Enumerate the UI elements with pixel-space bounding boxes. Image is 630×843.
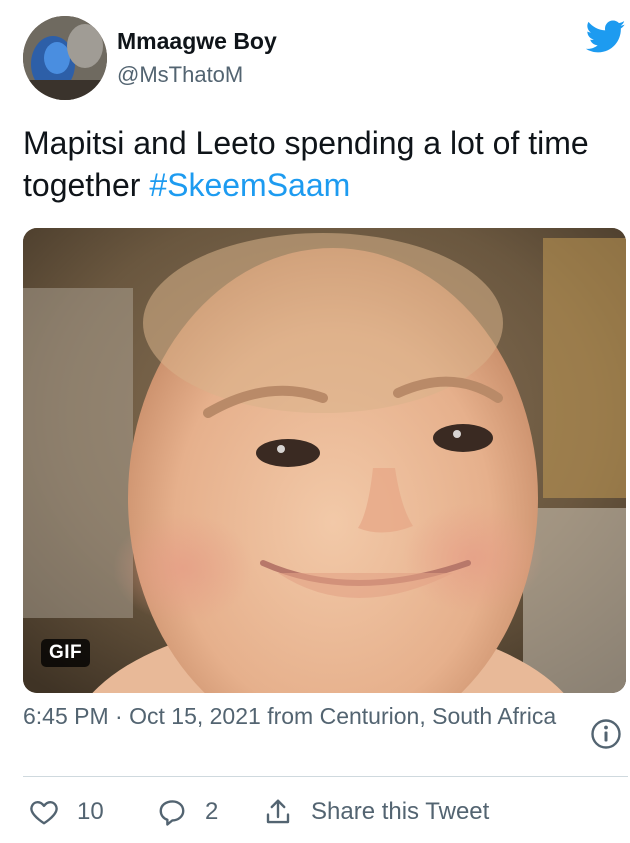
divider	[23, 776, 628, 777]
twitter-bird-icon[interactable]	[586, 20, 626, 54]
user-handle[interactable]: @MsThatoM	[117, 62, 243, 88]
user-display-name[interactable]: Mmaagwe Boy	[117, 28, 277, 55]
share-button[interactable]: Share this Tweet	[263, 790, 489, 834]
tweet-time[interactable]: 6:45 PM	[23, 703, 109, 729]
hashtag-link[interactable]: #SkeemSaam	[149, 167, 350, 203]
tweet-media[interactable]: GIF	[23, 228, 626, 693]
tweet-date[interactable]: Oct 15, 2021	[129, 703, 261, 729]
reply-icon	[159, 800, 185, 826]
share-label: Share this Tweet	[311, 798, 490, 825]
heart-icon	[30, 801, 58, 825]
action-bar: 10 2 Share this Tweet	[23, 790, 623, 834]
tweet-location: from Centurion, South Africa	[260, 703, 557, 729]
gif-badge: GIF	[41, 639, 91, 667]
like-button[interactable]: 10	[29, 790, 104, 834]
reply-count: 2	[205, 798, 219, 825]
share-icon	[266, 799, 290, 824]
tweet-text: Mapitsi and Leeto spending a lot of time…	[23, 122, 613, 206]
baby-smiling-gif	[23, 228, 626, 693]
avatar[interactable]	[23, 16, 107, 100]
reply-button[interactable]: 2	[157, 790, 218, 834]
tweet-meta: 6:45 PM · Oct 15, 2021 from Centurion, S…	[23, 699, 573, 733]
like-count: 10	[77, 798, 104, 825]
meta-separator: ·	[108, 703, 130, 729]
info-icon[interactable]	[590, 718, 622, 750]
avatar-image	[23, 16, 107, 100]
